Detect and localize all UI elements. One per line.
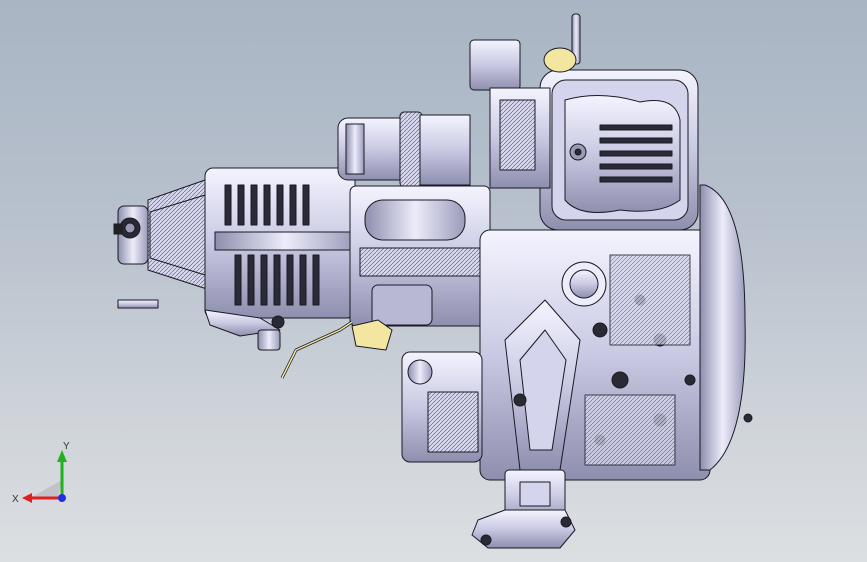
z-axis-dot [58,494,66,502]
engine-assembly-model[interactable] [0,0,867,562]
supercharger [204,167,356,351]
graphics-viewport[interactable]: Y X [0,0,867,562]
x-axis-arrow [22,493,32,503]
y-axis-label: Y [63,441,70,452]
x-axis-label: X [12,494,19,505]
oil-pan [539,69,699,231]
belt-drive [699,184,753,471]
engine-mount [471,469,576,549]
engine-block [479,229,711,481]
intake-housing [349,185,491,327]
reference-triad: Y X [12,441,70,505]
lower-housing [401,351,483,463]
starter-motor [337,111,471,188]
dipstick-bracket [280,319,393,379]
front-pulley-assembly [113,179,211,309]
